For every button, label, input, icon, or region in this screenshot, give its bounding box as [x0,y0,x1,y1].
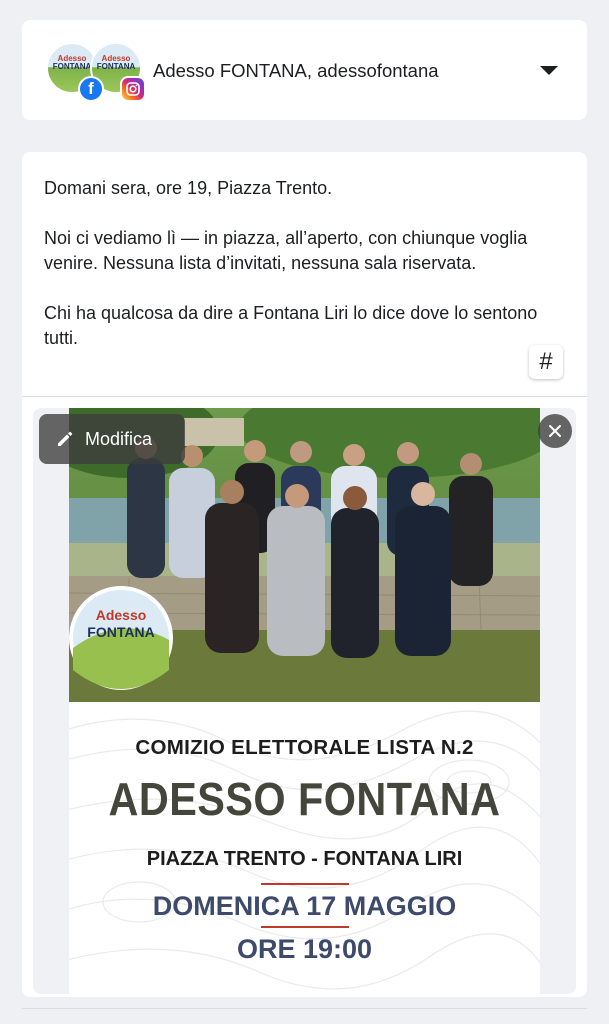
account-name: Adesso FONTANA, adessofontana [153,60,439,81]
edit-media-label: Modifica [85,428,153,449]
poster-line-place: PIAZZA TRENTO - FONTANA LIRI [146,848,463,870]
chevron-down-icon[interactable] [540,66,558,75]
post-composer: Domani sera, ore 19, Piazza Trento. Noi … [22,152,587,997]
edit-media-button[interactable]: Modifica [39,414,185,464]
divider [22,396,587,397]
poster-text-panel: COMIZIO ELETTORALE LISTA N.2 ADESSO FONT… [69,702,540,994]
instagram-icon [120,76,146,102]
post-paragraph: Chi ha qualcosa da dire a Fontana Liri l… [44,303,538,348]
close-icon [549,425,561,437]
post-paragraph: Domani sera, ore 19, Piazza Trento. [44,178,333,198]
poster-line-date: DOMENICA 17 MAGGIO [152,891,457,921]
account-selector[interactable]: Adesso FONTANA Adesso FONTANA f Adesso F… [22,20,587,120]
poster-logo-line2: FONTANA [87,624,154,640]
event-poster-image: Adesso FONTANA COMIZIO ELETTORALE LISTA … [69,408,540,994]
media-attachment: Adesso FONTANA COMIZIO ELETTORALE LISTA … [33,408,576,994]
poster-red-rule [261,926,349,928]
divider [22,1008,587,1009]
account-avatars: Adesso FONTANA Adesso FONTANA f [46,42,146,102]
poster-red-rule [261,883,349,885]
post-paragraph: Noi ci vediamo lì — in piazza, all’apert… [44,228,528,273]
poster-line-event: COMIZIO ELETTORALE LISTA N.2 [135,736,474,759]
facebook-icon: f [78,76,104,102]
hashtag-button[interactable]: # [529,345,563,379]
pencil-icon [58,431,73,446]
remove-media-button[interactable] [538,414,572,448]
poster-line-time: ORE 19:00 [236,934,373,964]
poster-line-title: ADESSO FONTANA [108,773,501,825]
post-text-area[interactable]: Domani sera, ore 19, Piazza Trento. Noi … [44,176,544,376]
poster-logo-line1: Adesso [96,607,147,623]
